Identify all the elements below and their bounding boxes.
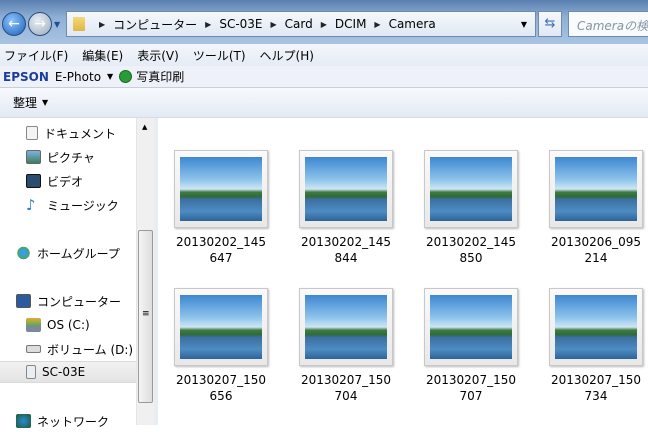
- music-icon: ♪: [26, 196, 36, 214]
- menu-view[interactable]: 表示(V): [137, 47, 179, 64]
- menu-bar: ファイル(F) 編集(E) 表示(V) ツール(T) ヘルプ(H): [0, 44, 648, 66]
- nav-item-videos[interactable]: ビデオ: [26, 170, 83, 192]
- epson-logo: EPSON: [3, 69, 49, 84]
- video-icon: [26, 174, 41, 188]
- file-item[interactable]: 20130207_150704: [291, 288, 401, 404]
- computer-icon: [16, 294, 31, 308]
- image-thumbnail: [299, 288, 393, 366]
- file-name: 20130207_150734: [551, 373, 641, 403]
- back-button[interactable]: ←: [2, 12, 26, 36]
- file-name: 20130207_150656: [176, 373, 266, 403]
- address-dropdown-icon[interactable]: ▼: [521, 20, 527, 29]
- image-thumbnail: [174, 150, 268, 228]
- image-thumbnail: [424, 288, 518, 366]
- nav-item-drive-d[interactable]: ボリューム (D:): [26, 338, 133, 360]
- nav-label: ビデオ: [47, 174, 84, 189]
- nav-item-computer[interactable]: コンピューター: [16, 290, 121, 312]
- breadcrumb-camera[interactable]: Camera: [389, 17, 436, 31]
- image-thumbnail: [299, 150, 393, 228]
- refresh-button[interactable]: ⇆: [538, 11, 562, 37]
- nav-label: ホームグループ: [37, 246, 120, 261]
- chevron-right-icon[interactable]: ▶: [205, 20, 211, 29]
- file-item[interactable]: 20130202_145647: [166, 150, 276, 266]
- print-icon: [119, 70, 133, 83]
- file-item[interactable]: 20130206_095214: [541, 150, 648, 266]
- menu-help[interactable]: ヘルプ(H): [260, 47, 314, 64]
- network-icon: [16, 414, 31, 428]
- scroll-thumb[interactable]: ≡: [138, 230, 153, 403]
- title-bar: ← → ▼ ▶ コンピューター ▶ SC-03E ▶ Card ▶ DCIM ▶…: [0, 0, 648, 44]
- chevron-down-icon[interactable]: ▼: [107, 72, 113, 81]
- file-item[interactable]: 20130207_150734: [541, 288, 648, 404]
- file-item[interactable]: 20130207_150656: [166, 288, 276, 404]
- nav-item-drive-c[interactable]: OS (C:): [26, 314, 90, 336]
- e-photo-button[interactable]: E-Photo: [55, 70, 101, 84]
- breadcrumb-sc03e[interactable]: SC-03E: [219, 17, 262, 31]
- nav-item-music[interactable]: ♪ ミュージック: [26, 194, 119, 216]
- chevron-right-icon[interactable]: ▶: [374, 20, 380, 29]
- chevron-right-icon[interactable]: ▶: [271, 20, 277, 29]
- photo-print-button[interactable]: 写真印刷: [136, 68, 184, 85]
- drive-d-icon: [26, 345, 41, 353]
- phone-icon: [26, 365, 36, 379]
- menu-file[interactable]: ファイル(F): [4, 47, 68, 64]
- file-name: 20130202_145850: [426, 235, 516, 265]
- file-item[interactable]: 20130202_145844: [291, 150, 401, 266]
- nav-scrollbar[interactable]: ▲ ≡: [136, 118, 154, 425]
- command-bar: 整理 ▼: [0, 88, 648, 118]
- nav-item-pictures[interactable]: ピクチャ: [26, 146, 95, 168]
- chevron-right-icon[interactable]: ▶: [99, 20, 105, 29]
- navigation-pane: ドキュメント ピクチャ ビデオ ♪ ミュージック ホームグループ コンピューター …: [0, 118, 154, 429]
- image-thumbnail: [174, 288, 268, 366]
- pictures-icon: [26, 150, 41, 164]
- nav-label: ドキュメント: [44, 126, 117, 141]
- menu-edit[interactable]: 編集(E): [82, 47, 123, 64]
- nav-label: ボリューム (D:): [47, 342, 134, 357]
- file-item[interactable]: 20130207_150707: [416, 288, 526, 404]
- breadcrumb-card[interactable]: Card: [285, 17, 313, 31]
- nav-label: ネットワーク: [37, 414, 110, 429]
- image-thumbnail: [549, 288, 643, 366]
- file-name: 20130202_145844: [301, 235, 391, 265]
- history-dropdown-icon[interactable]: ▼: [54, 20, 60, 29]
- folder-icon: [73, 17, 85, 31]
- document-icon: [26, 126, 38, 140]
- file-name: 20130202_145647: [176, 235, 266, 265]
- drive-c-icon: [26, 318, 41, 332]
- search-input[interactable]: Cameraの検索: [568, 11, 648, 37]
- nav-item-network[interactable]: ネットワーク: [16, 410, 109, 432]
- file-name: 20130207_150707: [426, 373, 516, 403]
- nav-label: コンピューター: [37, 294, 122, 309]
- breadcrumb-computer[interactable]: コンピューター: [113, 16, 197, 33]
- image-thumbnail: [549, 150, 643, 228]
- nav-item-homegroup[interactable]: ホームグループ: [16, 242, 120, 264]
- homegroup-icon: [16, 246, 31, 260]
- chevron-down-icon[interactable]: ▼: [42, 98, 48, 107]
- epson-toolbar: EPSON E-Photo ▼ 写真印刷: [0, 66, 648, 88]
- nav-label: OS (C:): [47, 318, 90, 332]
- nav-label: ミュージック: [47, 198, 119, 213]
- nav-item-sc03e[interactable]: SC-03E: [0, 361, 136, 383]
- file-name: 20130206_095214: [551, 235, 641, 265]
- forward-button[interactable]: →: [28, 12, 52, 36]
- nav-label: ピクチャ: [47, 150, 95, 165]
- image-thumbnail: [424, 150, 518, 228]
- organize-button[interactable]: 整理: [13, 94, 37, 111]
- menu-tools[interactable]: ツール(T): [193, 47, 246, 64]
- file-name: 20130207_150704: [301, 373, 391, 403]
- breadcrumb-dcim[interactable]: DCIM: [335, 17, 367, 31]
- address-bar[interactable]: ▶ コンピューター ▶ SC-03E ▶ Card ▶ DCIM ▶ Camer…: [66, 11, 536, 37]
- nav-label: SC-03E: [42, 365, 86, 379]
- chevron-right-icon[interactable]: ▶: [321, 20, 327, 29]
- scroll-up-icon[interactable]: ▲: [142, 123, 147, 131]
- nav-item-documents[interactable]: ドキュメント: [26, 122, 116, 144]
- file-list: 20130202_145647 20130202_145844 20130202…: [158, 118, 648, 425]
- file-item[interactable]: 20130202_145850: [416, 150, 526, 266]
